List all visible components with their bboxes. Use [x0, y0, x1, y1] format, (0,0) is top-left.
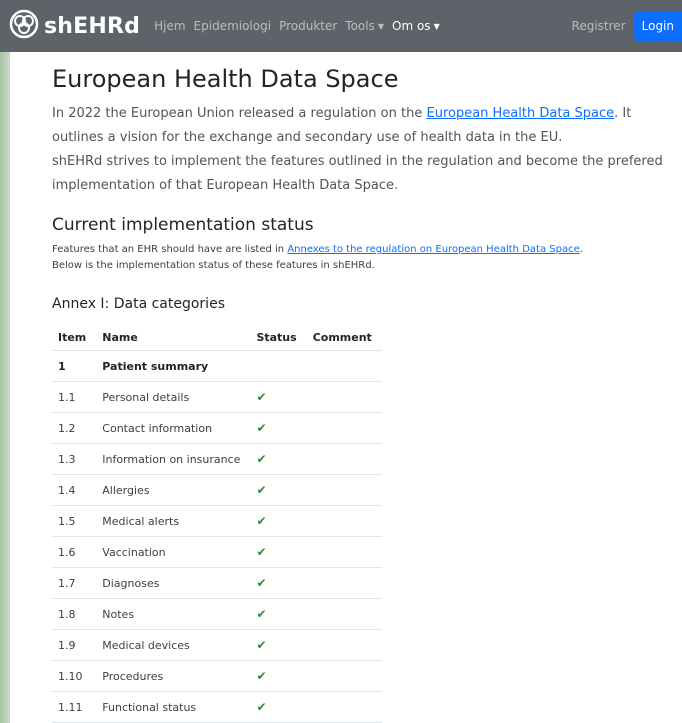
- cell-item: 1.3: [52, 443, 97, 475]
- cell-name: Allergies: [96, 474, 251, 506]
- cell-item: 1.9: [52, 629, 97, 661]
- cell-comment: [306, 505, 382, 537]
- brand-logo-icon: [8, 8, 40, 44]
- caret-down-icon: ▼: [377, 22, 385, 31]
- header-item: Item: [52, 324, 97, 351]
- nav-link-epidemiologi[interactable]: Epidemiologi: [194, 19, 272, 33]
- nav-dropdown-tools-label: Tools: [345, 19, 375, 33]
- annex-heading: Annex I: Data categories: [52, 296, 225, 312]
- cell-comment: [306, 629, 382, 661]
- status-check-icon: ✔: [250, 629, 307, 661]
- login-button[interactable]: Login: [633, 11, 682, 41]
- navbar: shEHRd Hjem Epidemiologi Produkter Tools…: [0, 0, 682, 52]
- table-row: 1.8 Notes ✔: [52, 598, 382, 630]
- cell-item: 1.5: [52, 505, 97, 537]
- cell-comment: [306, 474, 382, 506]
- features-text: Features that an EHR should have are lis…: [52, 244, 288, 255]
- header-status: Status: [250, 324, 307, 351]
- cell-name: Procedures: [96, 660, 251, 692]
- intro-text-2: shEHRd strives to implement the features…: [52, 154, 663, 193]
- status-check-icon: ✔: [250, 567, 307, 599]
- status-check-icon: ✔: [250, 474, 307, 506]
- status-check-icon: ✔: [250, 505, 307, 537]
- brand[interactable]: shEHRd: [8, 8, 140, 44]
- nav-dropdown-om-os-label: Om os: [392, 19, 431, 33]
- cell-comment: [306, 536, 382, 568]
- cell-comment: [306, 691, 382, 723]
- nav-dropdown-om-os[interactable]: Om os ▼: [392, 19, 440, 33]
- intro-paragraph: In 2022 the European Union released a re…: [52, 102, 676, 198]
- table-body: 1 Patient summary 1.1 Personal details ✔ 1.2 C…: [52, 350, 382, 723]
- status-check-icon: ✔: [250, 536, 307, 568]
- cell-name: Contact information: [96, 412, 251, 444]
- status-check-icon: ✔: [250, 691, 307, 723]
- caret-down-icon: ▼: [433, 22, 440, 31]
- cell-item: 1.8: [52, 598, 97, 630]
- cell-item: 1: [52, 350, 97, 382]
- cell-name: Medical alerts: [96, 505, 251, 537]
- data-categories-table: Item Name Status Comment 1 Patient summar…: [52, 324, 382, 723]
- cell-name: Diagnoses: [96, 567, 251, 599]
- table-header-row: Item Name Status Comment: [52, 324, 382, 351]
- status-check-icon: ✔: [250, 381, 307, 413]
- cell-item: 1.10: [52, 660, 97, 692]
- status-check-icon: ✔: [250, 443, 307, 475]
- brand-name: shEHRd: [44, 13, 141, 39]
- cell-item: 1.2: [52, 412, 97, 444]
- features-text-after: .: [579, 244, 583, 255]
- status-check-icon: [250, 350, 307, 382]
- table-row: 1.3 Information on insurance ✔: [52, 443, 382, 475]
- cell-name: Personal details: [96, 381, 251, 413]
- cell-item: 1.4: [52, 474, 97, 506]
- nav-dropdown-tools[interactable]: Tools ▼: [345, 19, 384, 33]
- intro-text: In 2022 the European Union released a re…: [52, 106, 427, 121]
- main-content: European Health Data Space In 2022 the E…: [52, 64, 676, 723]
- table-row: 1.6 Vaccination ✔: [52, 536, 382, 568]
- features-text-2: Below is the implementation status of th…: [52, 260, 375, 271]
- cell-comment: [306, 598, 382, 630]
- table-row: 1.11 Functional status ✔: [52, 691, 382, 723]
- status-check-icon: ✔: [250, 598, 307, 630]
- cell-comment: [306, 567, 382, 599]
- cell-name: Notes: [96, 598, 251, 630]
- register-link[interactable]: Registrer: [572, 19, 626, 33]
- table-row: 1.4 Allergies ✔: [52, 474, 382, 506]
- cell-name: Vaccination: [96, 536, 251, 568]
- page-title: European Health Data Space: [52, 65, 399, 93]
- table-row: 1.5 Medical alerts ✔: [52, 505, 382, 537]
- cell-name: Functional status: [96, 691, 251, 723]
- nav-right: Registrer Login: [572, 0, 682, 52]
- nav-link-hjem[interactable]: Hjem: [154, 19, 185, 33]
- header-comment: Comment: [306, 324, 382, 351]
- header-name: Name: [96, 324, 251, 351]
- cell-item: 1.11: [52, 691, 97, 723]
- cell-item: 1.6: [52, 536, 97, 568]
- status-check-icon: ✔: [250, 412, 307, 444]
- cell-item: 1.1: [52, 381, 97, 413]
- status-check-icon: ✔: [250, 660, 307, 692]
- table-row: 1.7 Diagnoses ✔: [52, 567, 382, 599]
- cell-comment: [306, 412, 382, 444]
- table-row: 1.10 Procedures ✔: [52, 660, 382, 692]
- ehds-link[interactable]: European Health Data Space: [426, 106, 614, 121]
- cell-name: Medical devices: [96, 629, 251, 661]
- table-row: 1.2 Contact information ✔: [52, 412, 382, 444]
- nav-links: Hjem Epidemiologi Produkter Tools ▼ Om os…: [154, 19, 440, 33]
- annexes-link[interactable]: Annexes to the regulation on European He…: [287, 244, 579, 255]
- cell-comment: [306, 381, 382, 413]
- table-row: 1.1 Personal details ✔: [52, 381, 382, 413]
- table-row: 1 Patient summary: [52, 350, 382, 382]
- status-heading: Current implementation status: [52, 215, 314, 235]
- cell-name: Patient summary: [96, 350, 251, 382]
- nav-link-produkter[interactable]: Produkter: [279, 19, 337, 33]
- table-row: 1.9 Medical devices ✔: [52, 629, 382, 661]
- cell-comment: [306, 350, 382, 382]
- cell-name: Information on insurance: [96, 443, 251, 475]
- cell-comment: [306, 660, 382, 692]
- cell-comment: [306, 443, 382, 475]
- features-paragraph: Features that an EHR should have are lis…: [52, 242, 676, 274]
- cell-item: 1.7: [52, 567, 97, 599]
